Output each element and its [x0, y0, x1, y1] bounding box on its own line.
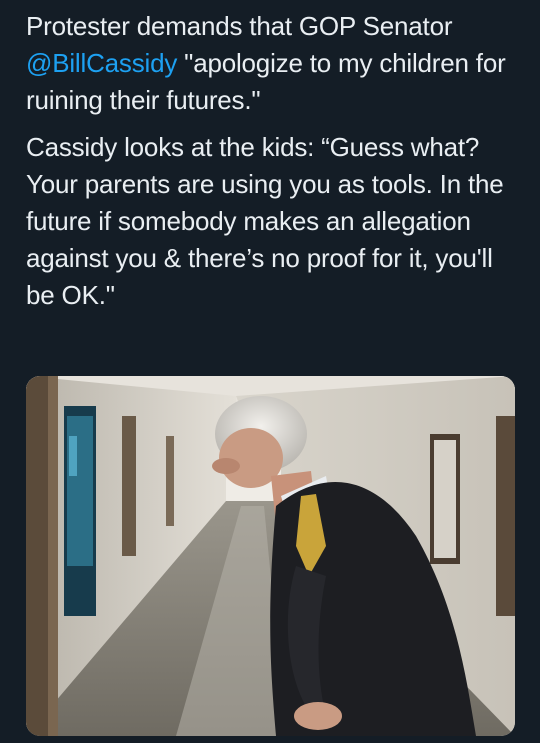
tweet-media-video[interactable]	[26, 376, 515, 736]
mention-link-billcassidy[interactable]: @BillCassidy	[26, 48, 177, 78]
tweet-lead-text: Protester demands that GOP Senator	[26, 11, 453, 41]
tweet-paragraph-2: Cassidy looks at the kids: “Guess what? …	[26, 132, 504, 310]
bottom-edge	[0, 736, 540, 743]
hallway-video-frame	[26, 376, 515, 736]
tweet-text: Protester demands that GOP Senator @Bill…	[26, 8, 526, 314]
tweet-paragraph-1: Protester demands that GOP Senator @Bill…	[26, 8, 526, 119]
